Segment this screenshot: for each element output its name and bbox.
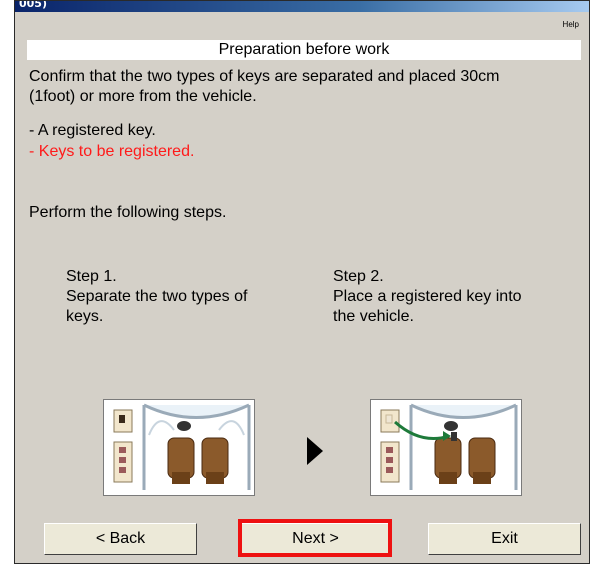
keys-to-register-item: - Keys to be registered. xyxy=(29,143,195,160)
step-1: Step 1. Separate the two types of keys. xyxy=(66,267,247,327)
instruction-line-1: Confirm that the two types of keys are s… xyxy=(29,68,500,85)
help-menu[interactable]: Help xyxy=(563,20,579,29)
dialog-window: 005) Help Preparation before work Confir… xyxy=(14,0,590,564)
next-button-highlight xyxy=(238,519,392,557)
exit-button[interactable]: Exit xyxy=(428,523,581,555)
window-title: 005) xyxy=(19,0,47,10)
step-2-title: Step 2. xyxy=(333,268,384,285)
step-2-illustration xyxy=(370,399,522,496)
step-1-line-2: keys. xyxy=(66,308,104,325)
perform-steps-text: Perform the following steps. xyxy=(29,204,227,221)
step-2-line-1: Place a registered key into xyxy=(333,288,522,305)
step-2: Step 2. Place a registered key into the … xyxy=(333,267,522,327)
back-button[interactable]: < Back xyxy=(44,523,197,555)
step-2-line-2: the vehicle. xyxy=(333,308,414,325)
title-bar: 005) xyxy=(15,1,589,12)
next-step-arrow-icon xyxy=(307,437,323,465)
menu-bar: Help xyxy=(15,12,589,32)
instruction-line-2: (1foot) or more from the vehicle. xyxy=(29,88,257,105)
step-1-illustration xyxy=(103,399,255,496)
step-1-title: Step 1. xyxy=(66,268,117,285)
step-1-line-1: Separate the two types of xyxy=(66,288,248,305)
registered-key-item: - A registered key. xyxy=(29,122,156,139)
page-title: Preparation before work xyxy=(27,40,581,60)
